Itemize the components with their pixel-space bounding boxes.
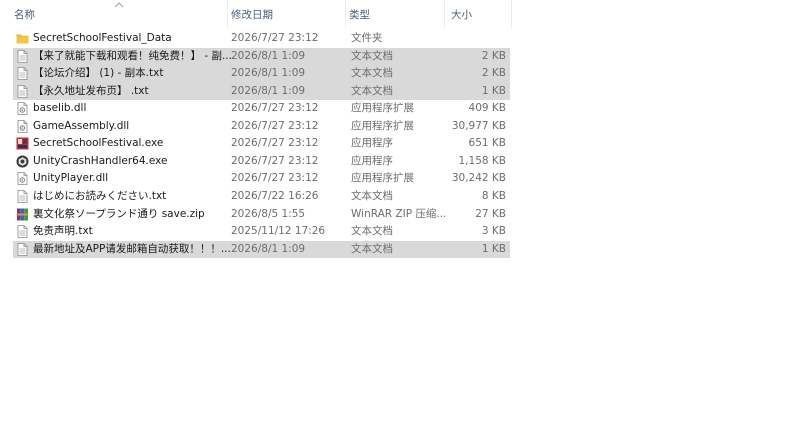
text-file-icon — [16, 225, 29, 238]
file-name: 裏文化祭ソープランド通り save.zip — [33, 207, 205, 220]
file-date: 2026/8/5 1:55 — [231, 207, 306, 220]
file-size: 30,977 KB — [451, 119, 506, 132]
file-type: 应用程序扩展 — [351, 172, 414, 185]
file-name: baselib.dll — [33, 102, 87, 115]
file-row[interactable]: GameAssembly.dll 2026/7/27 23:12 应用程序扩展 30,… — [13, 118, 510, 136]
column-header-date[interactable]: 修改日期 — [228, 0, 346, 28]
file-row[interactable]: UnityPlayer.dll 2026/7/27 23:12 应用程序扩展 30,2… — [13, 170, 510, 188]
column-header-type[interactable]: 类型 — [346, 0, 445, 28]
file-size: 651 KB — [468, 137, 506, 150]
file-type: 应用程序 — [351, 154, 393, 167]
file-size: 3 KB — [481, 225, 506, 238]
file-row[interactable]: 免责声明.txt 2025/11/12 17:26 文本文档 3 KB — [13, 223, 510, 241]
file-date: 2025/11/12 17:26 — [231, 225, 326, 238]
winrar-zip-icon — [16, 208, 29, 221]
text-file-icon — [16, 190, 29, 203]
file-date: 2026/8/1 1:09 — [231, 67, 306, 80]
file-date: 2026/8/1 1:09 — [231, 242, 306, 255]
file-row[interactable]: 最新地址及APP请发邮箱自动获取！！！... 2026/8/1 1:09 文本文档 1… — [13, 240, 510, 259]
file-date: 2026/7/22 16:26 — [231, 189, 319, 202]
file-row[interactable]: SecretSchoolFestival_Data 2026/7/27 23:12… — [13, 30, 510, 48]
file-name: 【永久地址发布页】 .txt — [33, 84, 149, 97]
file-date: 2026/7/27 23:12 — [231, 137, 319, 150]
file-type: 应用程序扩展 — [351, 102, 414, 115]
file-size — [443, 30, 506, 48]
file-date: 2026/8/1 1:09 — [231, 84, 306, 97]
file-row[interactable]: SecretSchoolFestival.exe 2026/7/27 23:12 应… — [13, 135, 510, 153]
file-name: 最新地址及APP请发邮箱自动获取！！！... — [33, 242, 231, 255]
file-size: 409 KB — [468, 102, 506, 115]
sort-ascending-icon — [114, 2, 124, 8]
file-size: 1 KB — [481, 242, 506, 255]
file-date: 2026/8/1 1:09 — [231, 49, 306, 62]
unity-icon — [16, 155, 29, 168]
file-type: 文本文档 — [351, 67, 393, 80]
file-explorer-details-view: 名称 修改日期 类型 大小 SecretSchoolFestival_Data 2… — [0, 0, 800, 429]
file-date: 2026/7/27 23:12 — [231, 32, 319, 44]
file-type: 文本文档 — [351, 189, 393, 202]
file-row[interactable]: 【来了就能下载和观看！纯免费！】 - 副... 2026/8/1 1:09 文本文档… — [13, 47, 510, 66]
file-row[interactable]: 【永久地址发布页】 .txt 2026/8/1 1:09 文本文档 1 KB — [13, 82, 510, 101]
file-size: 1 KB — [481, 84, 506, 97]
dll-file-icon — [16, 119, 29, 133]
file-row[interactable]: UnityCrashHandler64.exe 2026/7/27 23:12 应用… — [13, 153, 510, 171]
file-name: 【论坛介绍】 (1) - 副本.txt — [33, 67, 164, 80]
text-file-icon — [16, 49, 29, 63]
file-type: 应用程序 — [351, 137, 393, 150]
file-size: 2 KB — [481, 67, 506, 80]
file-date: 2026/7/27 23:12 — [231, 102, 319, 115]
file-type: 文本文档 — [351, 49, 393, 62]
file-name: SecretSchoolFestival.exe — [33, 137, 164, 150]
file-type: 文本文档 — [351, 84, 393, 97]
file-size: 8 KB — [481, 189, 506, 202]
column-header-type-label: 类型 — [349, 8, 370, 21]
dll-file-icon — [16, 172, 29, 186]
file-size: 1,158 KB — [458, 154, 507, 167]
text-file-icon — [16, 242, 29, 256]
file-date: 2026/7/27 23:12 — [231, 154, 319, 167]
text-file-icon — [16, 67, 29, 80]
dll-file-icon — [16, 102, 29, 116]
file-name: はじめにお読みください.txt — [33, 189, 167, 202]
file-name: UnityCrashHandler64.exe — [33, 154, 168, 167]
file-date: 2026/7/27 23:12 — [231, 172, 319, 185]
game-exe-icon — [16, 137, 29, 150]
file-name: 【来了就能下载和观看！纯免费！】 - 副... — [33, 49, 232, 62]
file-type: 文本文档 — [351, 242, 393, 255]
file-row[interactable]: はじめにお読みください.txt 2026/7/22 16:26 文本文档 8 KB — [13, 188, 510, 206]
column-header-size[interactable]: 大小 — [445, 0, 512, 28]
file-row[interactable]: baselib.dll 2026/7/27 23:12 应用程序扩展 409 KB — [13, 100, 510, 118]
file-type: 文本文档 — [351, 225, 393, 238]
file-size: 30,242 KB — [451, 172, 506, 185]
file-row[interactable]: 裏文化祭ソープランド通り save.zip 2026/8/5 1:55 WinRAR… — [13, 206, 510, 224]
file-row[interactable]: 【论坛介绍】 (1) - 副本.txt 2026/8/1 1:09 文本文档 2 KB — [13, 65, 510, 83]
text-file-icon — [16, 84, 29, 98]
folder-icon — [16, 32, 29, 45]
file-name: UnityPlayer.dll — [33, 172, 109, 185]
file-type: WinRAR ZIP 压缩... — [351, 207, 446, 220]
file-size: 2 KB — [481, 49, 506, 62]
column-header-size-label: 大小 — [451, 8, 472, 21]
file-name: GameAssembly.dll — [33, 119, 130, 132]
column-header-bar: 名称 修改日期 类型 大小 — [0, 0, 800, 28]
column-header-name-label: 名称 — [14, 8, 35, 21]
file-name: 免责声明.txt — [33, 225, 93, 238]
file-name: SecretSchoolFestival_Data — [33, 32, 172, 44]
file-type: 文件夹 — [351, 32, 383, 44]
column-header-name[interactable]: 名称 — [0, 0, 228, 28]
column-header-date-label: 修改日期 — [231, 8, 273, 21]
file-date: 2026/7/27 23:12 — [231, 119, 319, 132]
file-size: 27 KB — [475, 207, 506, 220]
file-type: 应用程序扩展 — [351, 119, 414, 132]
